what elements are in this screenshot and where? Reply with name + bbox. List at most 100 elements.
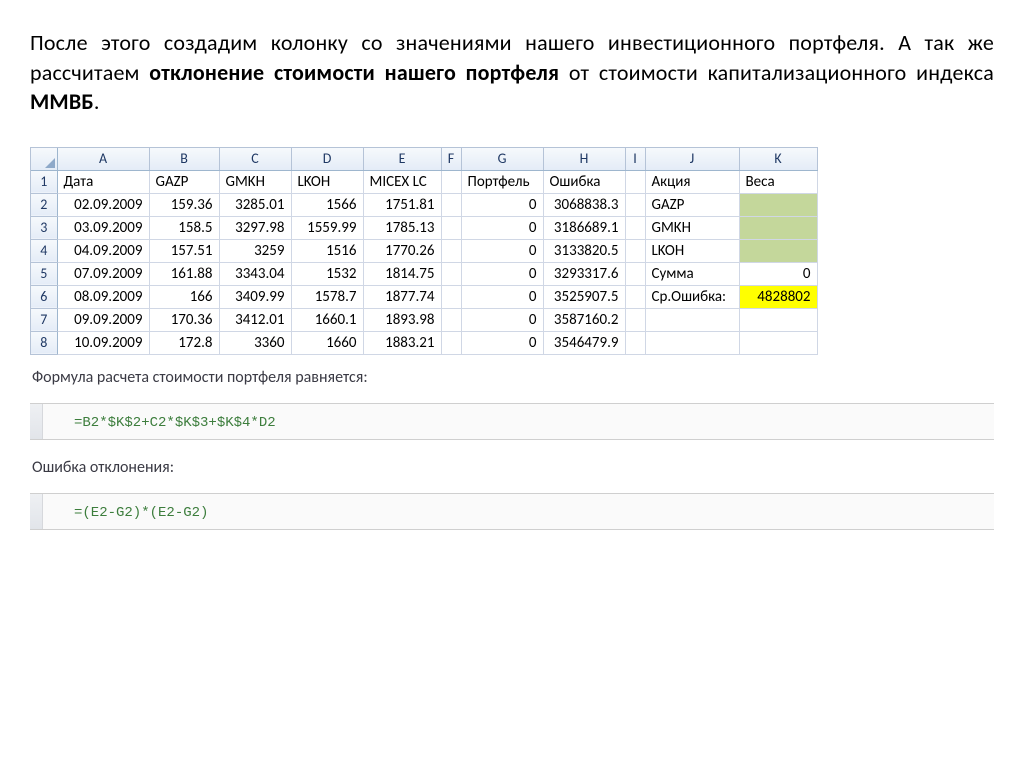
- cell[interactable]: Портфель: [461, 170, 543, 193]
- cell[interactable]: 1578.7: [291, 285, 363, 308]
- cell[interactable]: 1566: [291, 193, 363, 216]
- cell[interactable]: Сумма: [645, 262, 739, 285]
- row-head-7[interactable]: 7: [31, 308, 57, 331]
- cell[interactable]: [625, 170, 645, 193]
- cell[interactable]: [441, 262, 461, 285]
- row-head-8[interactable]: 8: [31, 331, 57, 354]
- cell[interactable]: 09.09.2009: [57, 308, 149, 331]
- cell[interactable]: [625, 216, 645, 239]
- cell[interactable]: 0: [461, 331, 543, 354]
- cell[interactable]: 1516: [291, 239, 363, 262]
- cell[interactable]: [441, 170, 461, 193]
- cell[interactable]: 3587160.2: [543, 308, 625, 331]
- cell[interactable]: Веса: [739, 170, 817, 193]
- cell[interactable]: 1877.74: [363, 285, 441, 308]
- col-head-I[interactable]: I: [625, 148, 645, 170]
- cell[interactable]: 1660.1: [291, 308, 363, 331]
- cell[interactable]: 3293317.6: [543, 262, 625, 285]
- cell[interactable]: [625, 331, 645, 354]
- cell[interactable]: [441, 331, 461, 354]
- cell[interactable]: GAZP: [645, 193, 739, 216]
- row-head-6[interactable]: 6: [31, 285, 57, 308]
- cell[interactable]: MICEX LC: [363, 170, 441, 193]
- cell[interactable]: 3525907.5: [543, 285, 625, 308]
- cell[interactable]: Ошибка: [543, 170, 625, 193]
- cell[interactable]: LKOH: [645, 239, 739, 262]
- cell[interactable]: 02.09.2009: [57, 193, 149, 216]
- cell[interactable]: 1814.75: [363, 262, 441, 285]
- cell[interactable]: 161.88: [149, 262, 219, 285]
- cell[interactable]: 03.09.2009: [57, 216, 149, 239]
- row-head-1[interactable]: 1: [31, 170, 57, 193]
- cell[interactable]: 3285.01: [219, 193, 291, 216]
- row-head-4[interactable]: 4: [31, 239, 57, 262]
- select-all-corner[interactable]: [31, 148, 57, 170]
- cell[interactable]: [739, 331, 817, 354]
- cell[interactable]: [625, 308, 645, 331]
- cell[interactable]: 0: [461, 262, 543, 285]
- cell[interactable]: 3412.01: [219, 308, 291, 331]
- spreadsheet-grid[interactable]: A B C D E F G H I J K 1 Дата GAZP GMKH L…: [31, 148, 818, 355]
- cell[interactable]: 3297.98: [219, 216, 291, 239]
- cell[interactable]: [625, 262, 645, 285]
- cell[interactable]: 159.36: [149, 193, 219, 216]
- cell[interactable]: [739, 216, 817, 239]
- cell[interactable]: 172.8: [149, 331, 219, 354]
- cell[interactable]: 3133820.5: [543, 239, 625, 262]
- cell[interactable]: [739, 239, 817, 262]
- cell[interactable]: [739, 308, 817, 331]
- col-head-F[interactable]: F: [441, 148, 461, 170]
- cell[interactable]: 08.09.2009: [57, 285, 149, 308]
- cell[interactable]: 1893.98: [363, 308, 441, 331]
- cell[interactable]: 0: [461, 216, 543, 239]
- cell[interactable]: GAZP: [149, 170, 219, 193]
- cell[interactable]: [645, 331, 739, 354]
- cell[interactable]: 04.09.2009: [57, 239, 149, 262]
- cell[interactable]: 0: [461, 308, 543, 331]
- cell[interactable]: [441, 216, 461, 239]
- cell[interactable]: 0: [461, 239, 543, 262]
- cell[interactable]: 166: [149, 285, 219, 308]
- col-head-B[interactable]: B: [149, 148, 219, 170]
- cell[interactable]: [625, 193, 645, 216]
- cell[interactable]: 158.5: [149, 216, 219, 239]
- col-head-H[interactable]: H: [543, 148, 625, 170]
- cell[interactable]: 3409.99: [219, 285, 291, 308]
- cell[interactable]: 4828802: [739, 285, 817, 308]
- cell[interactable]: 3259: [219, 239, 291, 262]
- cell[interactable]: [441, 285, 461, 308]
- cell[interactable]: 1532: [291, 262, 363, 285]
- col-head-A[interactable]: A: [57, 148, 149, 170]
- cell[interactable]: [441, 239, 461, 262]
- cell[interactable]: 170.36: [149, 308, 219, 331]
- cell[interactable]: 3343.04: [219, 262, 291, 285]
- col-head-D[interactable]: D: [291, 148, 363, 170]
- cell[interactable]: 3546479.9: [543, 331, 625, 354]
- cell[interactable]: 157.51: [149, 239, 219, 262]
- cell[interactable]: 07.09.2009: [57, 262, 149, 285]
- cell[interactable]: 3360: [219, 331, 291, 354]
- row-head-2[interactable]: 2: [31, 193, 57, 216]
- cell[interactable]: 1660: [291, 331, 363, 354]
- cell[interactable]: Акция: [645, 170, 739, 193]
- cell[interactable]: 1770.26: [363, 239, 441, 262]
- col-head-J[interactable]: J: [645, 148, 739, 170]
- cell[interactable]: [625, 285, 645, 308]
- cell[interactable]: LKOH: [291, 170, 363, 193]
- cell[interactable]: 1751.81: [363, 193, 441, 216]
- row-head-5[interactable]: 5: [31, 262, 57, 285]
- cell[interactable]: GMKH: [219, 170, 291, 193]
- cell[interactable]: 3186689.1: [543, 216, 625, 239]
- cell[interactable]: 10.09.2009: [57, 331, 149, 354]
- cell[interactable]: [645, 308, 739, 331]
- cell[interactable]: Дата: [57, 170, 149, 193]
- cell[interactable]: 0: [461, 193, 543, 216]
- cell[interactable]: Ср.Ошибка:: [645, 285, 739, 308]
- cell[interactable]: 0: [461, 285, 543, 308]
- cell[interactable]: [441, 308, 461, 331]
- cell[interactable]: 1883.21: [363, 331, 441, 354]
- col-head-K[interactable]: K: [739, 148, 817, 170]
- cell[interactable]: GMKH: [645, 216, 739, 239]
- col-head-E[interactable]: E: [363, 148, 441, 170]
- col-head-G[interactable]: G: [461, 148, 543, 170]
